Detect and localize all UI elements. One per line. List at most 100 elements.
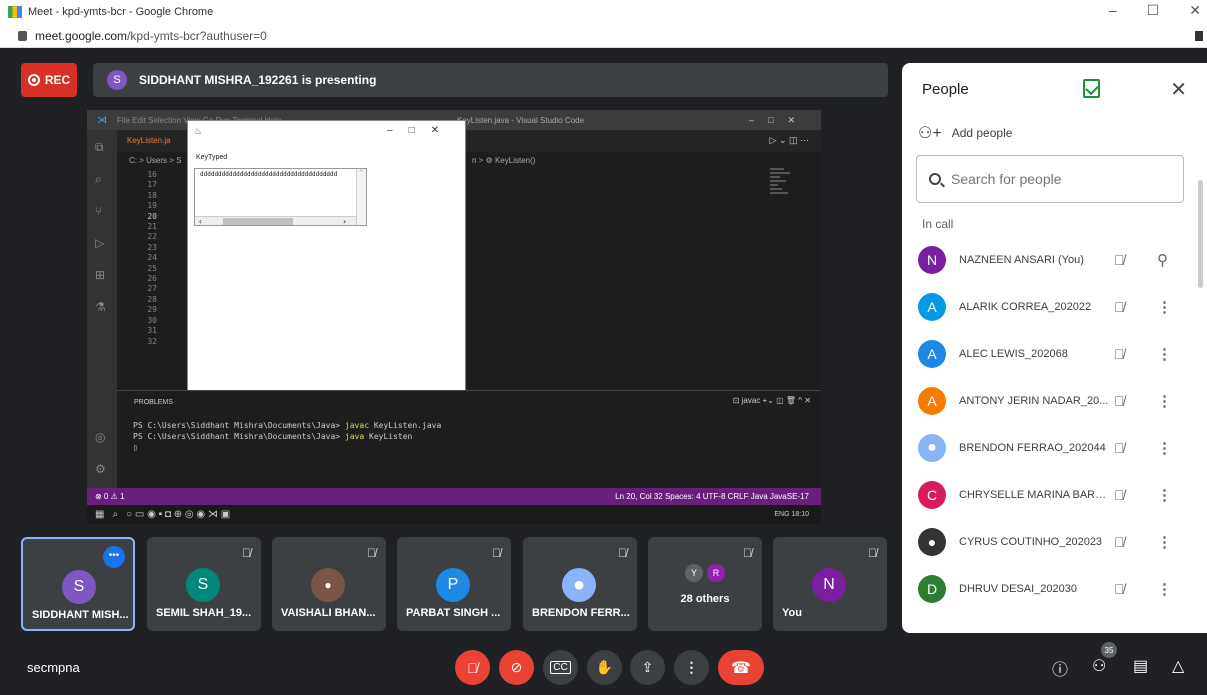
line-number: 27 [147, 284, 157, 294]
participant-row[interactable]: A ALARIK CORREA_202022 🎙̸ ⋮ [902, 283, 1207, 330]
window-title: Meet - kpd-ymts-bcr - Google Chrome [28, 6, 214, 18]
tile-more-options-icon[interactable]: ••• [103, 546, 125, 568]
leave-call-button[interactable]: ☎ [718, 650, 764, 685]
participant-avatar: A [918, 386, 946, 415]
line-number: 16 [147, 170, 157, 179]
more-options-button[interactable]: ⋮ [674, 650, 709, 685]
mic-off-icon: 🎙̸ [1114, 345, 1125, 362]
participant-row[interactable]: C CHRYSELLE MARINA BARR... 🎙̸ ⋮ [902, 471, 1207, 518]
more-options-icon[interactable]: ⋮ [1157, 439, 1172, 457]
tile-avatar: P [436, 568, 470, 602]
record-icon [27, 74, 40, 86]
captions-icon: CC [550, 661, 571, 674]
participant-avatar: C [918, 481, 946, 510]
close-window-icon[interactable]: ✕ [1189, 2, 1201, 19]
participant-tile[interactable]: ••• S SIDDHANT MISH... [21, 537, 135, 631]
windows-taskbar: ▦ ⌕ ○ ▭ ◉ ▪ ◘ ⊕ ◎ ◉ ⋊ ▣ ENG 18:10 [87, 505, 821, 524]
self-tile[interactable]: 🎙̸ N You [773, 537, 887, 631]
line-number: 18 [147, 190, 157, 200]
minimize-icon[interactable]: – [1109, 2, 1117, 19]
meeting-details-icon[interactable]: ⓘ [1052, 656, 1068, 680]
participant-avatar: D [918, 575, 946, 604]
captions-button[interactable]: CC [543, 650, 578, 685]
participant-avatar: ● [918, 433, 946, 462]
people-icon[interactable]: ⚇ [1092, 656, 1106, 676]
chat-icon[interactable]: ▤ [1133, 656, 1148, 676]
line-number: 22 [147, 232, 157, 242]
tile-name: You [782, 607, 802, 619]
mic-off-icon: 🎙̸ [467, 659, 478, 676]
mic-off-icon: 🎙̸ [242, 546, 251, 560]
more-options-icon[interactable]: ⋮ [1157, 392, 1172, 410]
participant-row[interactable]: D DHRUV DESAI_202030 🎙̸ ⋮ [902, 566, 1207, 613]
address-bar[interactable]: meet.google.com/kpd-ymts-bcr?authuser=0 [0, 24, 1207, 48]
search-icon [929, 173, 941, 185]
participant-name: NAZNEEN ANSARI (You) [959, 253, 1084, 266]
others-tile[interactable]: 🎙̸ Y R 28 others [648, 537, 762, 631]
people-search-field[interactable] [916, 155, 1184, 203]
line-number-gutter: 16 17 18 19 20 21 22 23 24 25 26 27 28 29 30 31 32 [127, 170, 157, 347]
others-count: 28 others [680, 593, 730, 605]
maximize-icon[interactable]: ☐ [1147, 2, 1160, 19]
participant-row[interactable]: A ALEC LEWIS_202068 🎙̸ ⋮ [902, 330, 1207, 377]
more-options-icon[interactable]: ⋮ [1157, 298, 1172, 316]
system-tray: ENG 18:10 [774, 511, 809, 518]
participant-tile[interactable]: 🎙̸ S SEMIL SHAH_19... [147, 537, 261, 631]
tile-avatar: S [186, 568, 220, 602]
more-options-icon[interactable]: ⋮ [1157, 533, 1172, 551]
horizontal-scrollbar: ‹ › [195, 216, 357, 225]
participant-list: N NAZNEEN ANSARI (You) 🎙̸ ⚲ A ALARIK COR… [902, 236, 1207, 613]
participant-tile[interactable]: 🎙̸ ● VAISHALI BHAN... [272, 537, 386, 631]
line-number: 29 [147, 305, 157, 315]
participant-row[interactable]: ● CYRUS COUTINHO_202023 🎙̸ ⋮ [902, 519, 1207, 566]
explorer-icon: ⧉ [95, 140, 104, 154]
line-number: 21 [147, 222, 157, 232]
activities-icon[interactable]: △ [1172, 656, 1184, 676]
raise-hand-button[interactable]: ✋ [587, 650, 622, 685]
testing-icon: ⚗ [95, 300, 106, 314]
pin-icon[interactable]: ⚲ [1157, 251, 1168, 269]
breadcrumb-left: C: > Users > S [129, 156, 182, 165]
line-number: 26 [147, 274, 157, 284]
participant-name: ALEC LEWIS_202068 [959, 347, 1068, 360]
tile-name: SIDDHANT MISH... [32, 609, 129, 621]
tile-name: BRENDON FERR... [532, 607, 630, 619]
mini-avatar: R [707, 564, 725, 582]
add-people-button[interactable]: ⚇+ Add people [918, 123, 1012, 143]
participant-row[interactable]: A ANTONY JERIN NADAR_20... 🎙̸ ⋮ [902, 377, 1207, 424]
participant-name: BRENDON FERRAO_202044 [959, 441, 1106, 454]
recording-indicator[interactable]: REC [21, 63, 77, 97]
more-options-icon[interactable]: ⋮ [1157, 345, 1172, 363]
line-number: 23 [147, 242, 157, 252]
tile-photo-avatar: ● [311, 568, 345, 602]
participant-photo-avatar: ● [918, 528, 946, 557]
more-vert-icon: ⋮ [684, 659, 699, 675]
presenting-banner: S SIDDHANT MISHRA_192261 is presenting [93, 63, 888, 97]
tile-avatar: S [62, 570, 96, 604]
tile-name: VAISHALI BHAN... [281, 607, 376, 619]
extension-icon[interactable] [1195, 31, 1203, 41]
vscode-terminal: PROBLEMS ⊡ javac +⌄ ◫ 🗑 ^ ✕ PS C:\Users\… [117, 390, 821, 488]
lock-icon [18, 30, 27, 41]
participant-name: ANTONY JERIN NADAR_20... [959, 394, 1109, 407]
participant-row[interactable]: ● BRENDON FERRAO_202044 🎙̸ ⋮ [902, 424, 1207, 471]
participant-row[interactable]: N NAZNEEN ANSARI (You) 🎙̸ ⚲ [902, 236, 1207, 283]
more-options-icon[interactable]: ⋮ [1157, 486, 1172, 504]
terminal-header-right: ⊡ javac +⌄ ◫ 🗑 ^ ✕ [732, 396, 811, 405]
participant-tile[interactable]: 🎙̸ ● BRENDON FERR... [523, 537, 637, 631]
taskbar-apps-icon: ○ ▭ ◉ ▪ ◘ ⊕ ◎ ◉ ⋊ ▣ [126, 509, 231, 520]
present-button[interactable]: ⇪ [630, 650, 665, 685]
people-search-input[interactable] [951, 171, 1171, 187]
line-number: 24 [147, 253, 157, 263]
more-options-icon[interactable]: ⋮ [1157, 580, 1172, 598]
host-controls-icon[interactable] [1083, 79, 1100, 98]
close-panel-icon[interactable]: ✕ [1170, 77, 1187, 102]
participant-name: CYRUS COUTINHO_202023 [959, 536, 1103, 549]
participant-tile[interactable]: 🎙̸ P PARBAT SINGH ... [397, 537, 511, 631]
hang-up-icon: ☎ [731, 659, 751, 677]
rec-label: REC [44, 73, 71, 87]
participant-count-badge: 35 [1101, 642, 1117, 658]
mic-toggle-button[interactable]: 🎙̸ [455, 650, 490, 685]
camera-toggle-button[interactable]: ⊘ [499, 650, 534, 685]
line-number: 19 [147, 201, 157, 211]
